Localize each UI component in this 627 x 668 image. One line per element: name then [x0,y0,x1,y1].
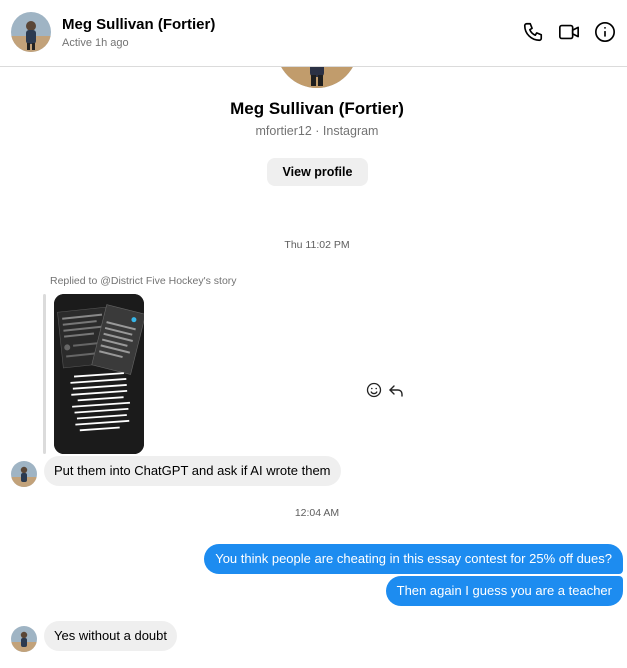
outgoing-message[interactable]: Then again I guess you are a teacher [385,576,623,606]
view-profile-button[interactable]: View profile [267,158,368,186]
story-thumbnail[interactable] [54,294,144,454]
timestamp: 12:04 AM [294,507,340,519]
story-reply-label: Replied to @District Five Hockey's story [50,275,237,287]
phone-icon[interactable] [522,21,544,43]
reply-arrow-icon[interactable] [388,382,404,398]
timestamp: Thu 11:02 PM [284,239,350,251]
chat-header: Meg Sullivan (Fortier) Active 1h ago [0,0,627,67]
video-icon[interactable] [558,21,580,43]
incoming-message[interactable]: Put them into ChatGPT and ask if AI wrot… [44,456,341,486]
incoming-message[interactable]: Yes without a doubt [44,621,177,651]
profile-username: mfortier12 · Instagram [255,124,379,138]
reply-indicator-bar [43,294,46,454]
outgoing-message[interactable]: You think people are cheating in this es… [204,544,623,574]
info-icon[interactable] [594,21,616,43]
profile-name: Meg Sullivan (Fortier) [230,99,404,118]
avatar[interactable] [11,626,37,652]
react-emoji-icon[interactable] [366,382,382,398]
avatar[interactable] [11,12,51,52]
active-status: Active 1h ago [62,37,129,49]
contact-name[interactable]: Meg Sullivan (Fortier) [62,16,215,33]
avatar[interactable] [11,461,37,487]
